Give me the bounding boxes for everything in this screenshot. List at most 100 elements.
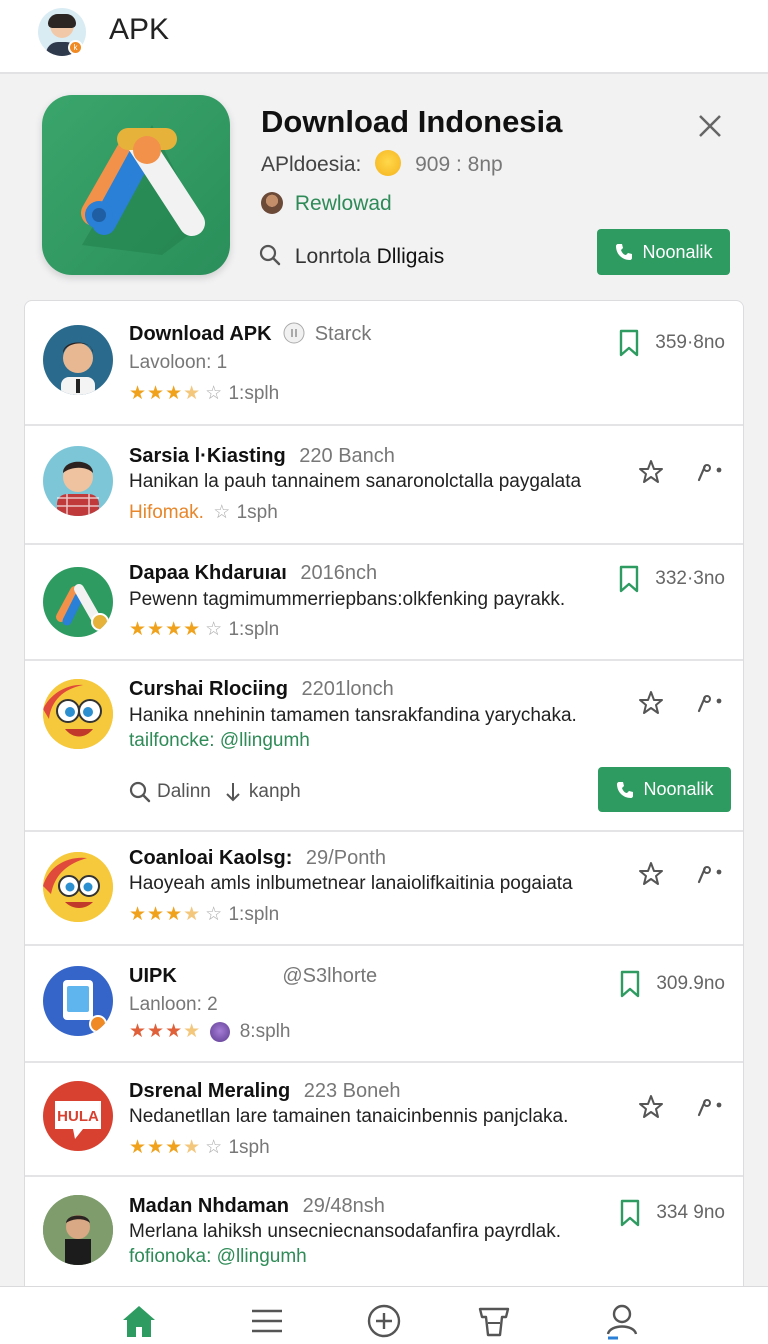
star-rating-icon: ★★★★ ☆: [129, 383, 224, 404]
svg-text:HULA: HULA: [57, 1108, 99, 1125]
item-avatar: [43, 966, 113, 1036]
item-rating: Hifomak. ☆ 1sph: [129, 502, 278, 523]
phone-icon: [616, 244, 633, 260]
item-title: Curshai Rlociing: [129, 678, 288, 700]
app-title: Download Indonesia: [261, 104, 563, 139]
item-rating: ★★★★ 8:splh: [129, 1021, 291, 1042]
add-icon: [367, 1304, 401, 1338]
bookmark-count[interactable]: 332·3no: [617, 565, 725, 593]
item-title: Download APK: [129, 323, 272, 345]
nav-shop[interactable]: [474, 1301, 514, 1341]
avatar-badge: k: [68, 40, 83, 55]
item-description: Lanloon: 2: [129, 994, 218, 1015]
emoji-icon: [210, 1022, 231, 1042]
bookmark-icon: [620, 329, 639, 357]
item-developer: tailfoncke: @llingumh: [129, 730, 310, 751]
item-avatar: [43, 567, 113, 637]
item-rating: ★★★★ ☆ 1:spln: [129, 619, 280, 640]
list-item[interactable]: Download APK Starck Lavoloon: 1 ★★★★ ☆ 1:…: [25, 301, 743, 426]
nav-menu[interactable]: [247, 1301, 287, 1341]
item-meta: Starck: [314, 323, 372, 345]
close-icon[interactable]: [694, 110, 726, 142]
item-avatar: HULA: [43, 1081, 113, 1151]
smile-emoji-icon: [375, 150, 402, 176]
status-icon: [283, 322, 305, 344]
item-title: Coanloai Kaolsg:: [129, 847, 293, 869]
page-title: APK: [109, 13, 170, 46]
more-icon[interactable]: [695, 1095, 723, 1119]
item-description: Pewenn tagmimummerriepbans:olkfenking pa…: [129, 589, 566, 610]
item-meta: 2201lonch: [301, 678, 394, 700]
star-rating-icon: ★★★★ ☆: [129, 904, 224, 925]
list-item[interactable]: Madan Nhdaman 29/48nsh Merlana lahiksh u…: [25, 1177, 743, 1289]
item-avatar: [43, 679, 113, 749]
star-icon[interactable]: [637, 860, 665, 888]
item-rating: ★★★★ ☆ 1:splh: [129, 383, 280, 404]
featured-app: Download Indonesia APldoesia: 909 : 8np …: [0, 76, 768, 296]
star-rating-icon: ★★★★ ☆: [129, 619, 224, 640]
hero-download-button[interactable]: Noonalik: [597, 229, 730, 275]
nav-profile[interactable]: [602, 1301, 642, 1341]
item-search[interactable]: Dalinn kanph: [129, 781, 301, 803]
developer-avatar-icon: [261, 192, 283, 214]
phone-icon: [617, 781, 634, 798]
shop-icon: [478, 1307, 510, 1337]
hero-search[interactable]: Lonrtola Dlligais: [259, 244, 444, 269]
more-icon[interactable]: [695, 460, 723, 484]
star-icon[interactable]: [637, 458, 665, 486]
bookmark-count[interactable]: 334 9no: [618, 1199, 725, 1227]
list-item[interactable]: HULA Dsrenal Meraling 223 Boneh Nedanetl…: [25, 1063, 743, 1177]
menu-icon: [252, 1309, 282, 1333]
list-item[interactable]: Sarsia l·Kiasting 220 Banch Hanikan la p…: [25, 426, 743, 545]
item-meta: 29/48nsh: [302, 1195, 385, 1217]
item-avatar: [43, 446, 113, 516]
more-icon[interactable]: [695, 691, 723, 715]
item-developer: fofionoka: @llingumh: [129, 1246, 307, 1267]
item-description: Haoyeah amls inlbumetnear lanaiolifkaiti…: [129, 873, 573, 894]
profile-icon: [606, 1304, 638, 1340]
more-icon[interactable]: [695, 862, 723, 886]
item-title: Dapaa Khdaruıaı: [129, 562, 287, 584]
bookmark-icon: [621, 970, 640, 998]
arrow-down-icon: [226, 783, 240, 802]
list-item[interactable]: UIPK @S3lhorte Lanloon: 2 ★★★★ 8:splh 30…: [25, 946, 743, 1063]
app-icon[interactable]: [42, 95, 230, 275]
app-list: Download APK Starck Lavoloon: 1 ★★★★ ☆ 1:…: [24, 300, 744, 1290]
list-item[interactable]: Dapaa Khdaruıaı 2016nch Pewenn tagmimumm…: [25, 545, 743, 661]
item-meta: 223 Boneh: [303, 1080, 401, 1102]
item-meta: 2016nch: [300, 562, 378, 584]
top-bar: k APK: [0, 0, 768, 74]
item-description: Lavoloon: 1: [129, 352, 228, 373]
item-title: UIPK: [129, 965, 177, 987]
star-rating-icon: ★★★★ ☆: [129, 1137, 224, 1158]
search-icon: [259, 244, 281, 266]
item-avatar: [43, 852, 113, 922]
download-button[interactable]: Noonalik: [598, 767, 731, 812]
home-icon: [123, 1306, 155, 1337]
item-meta: 220 Banch: [299, 445, 395, 467]
bottom-nav: [0, 1286, 768, 1344]
reload-link[interactable]: Rewlowad: [261, 192, 392, 216]
star-icon[interactable]: [637, 689, 665, 717]
star-icon[interactable]: [637, 1093, 665, 1121]
app-subtitle: APldoesia: 909 : 8np: [261, 150, 503, 177]
item-title: Madan Nhdaman: [129, 1195, 290, 1217]
item-description: Nedanetllan lare tamainen tanaicinbennis…: [129, 1106, 569, 1127]
bookmark-count[interactable]: 309.9no: [618, 970, 725, 998]
item-description: Hanikan la pauh tannainem sanaronolctall…: [129, 471, 582, 492]
nav-home[interactable]: [119, 1301, 159, 1341]
item-description: Hanika nnehinin tamamen tansrakfandina y…: [129, 705, 577, 726]
item-description: Merlana lahiksh unsecniecnansodafanfira …: [129, 1221, 561, 1242]
bookmark-icon: [621, 1199, 640, 1227]
item-avatar: [43, 325, 113, 395]
item-title: Dsrenal Meraling: [129, 1080, 291, 1102]
list-item[interactable]: Curshai Rlociing 2201lonch Hanika nnehin…: [25, 661, 743, 832]
nav-add[interactable]: [364, 1301, 404, 1341]
bookmark-icon: [620, 565, 639, 593]
item-rating: ★★★★ ☆ 1sph: [129, 1137, 270, 1158]
list-item[interactable]: Coanloai Kaolsg: 29/Ponth Haoyeah amls i…: [25, 832, 743, 946]
bookmark-count[interactable]: 359·8no: [617, 329, 725, 357]
star-empty-icon: ☆: [213, 502, 232, 523]
item-avatar: [43, 1195, 113, 1265]
item-rating: ★★★★ ☆ 1:spln: [129, 904, 280, 925]
